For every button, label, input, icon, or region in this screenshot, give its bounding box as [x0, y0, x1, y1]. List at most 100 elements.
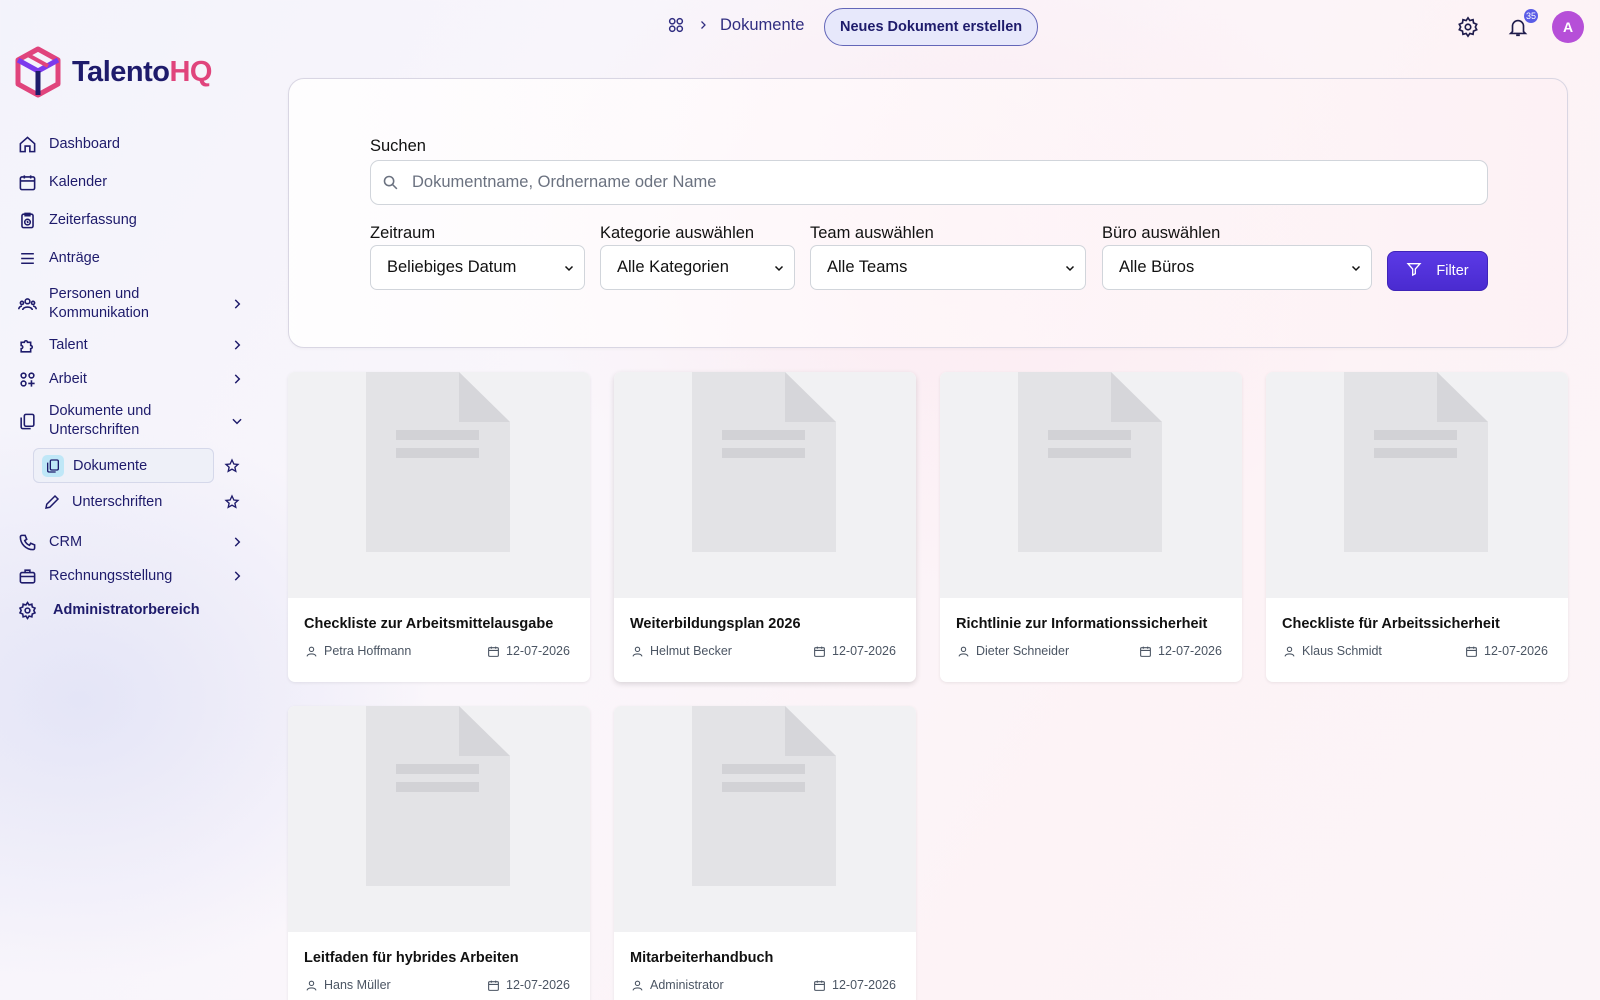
category-select[interactable]: Alle Kategorien: [600, 245, 795, 290]
chevron-right-icon: [228, 567, 246, 585]
sidebar-item-kalender[interactable]: Kalender: [16, 169, 246, 195]
sidebar-item-crm[interactable]: CRM: [16, 529, 246, 555]
sidebar-item-arbeit[interactable]: Arbeit: [16, 366, 246, 392]
chevron-down-icon: [1063, 261, 1077, 275]
clipboard-clock-icon: [16, 209, 38, 231]
notification-count-badge: 35: [1524, 9, 1539, 23]
filter-funnel-icon: [1406, 261, 1422, 281]
sidebar-subitem-dokumente[interactable]: Dokumente: [33, 448, 214, 483]
document-author: Helmut Becker: [630, 644, 732, 658]
sidebar-item-rechnungsstellung[interactable]: Rechnungsstellung: [16, 563, 246, 589]
chevron-right-icon: [228, 533, 246, 551]
document-card[interactable]: Richtlinie zur Informationssicherheit Di…: [940, 372, 1242, 682]
sidebar-item-dokumente-und-unterschriften[interactable]: Dokumente und Unterschriften: [16, 402, 246, 440]
document-date: 12-07-2026: [486, 644, 570, 658]
sidebar: TalentoHQ Dashboard Kalender Zeiterfassu…: [0, 0, 260, 1000]
user-icon: [630, 978, 644, 992]
document-date: 12-07-2026: [1464, 644, 1548, 658]
puzzle-icon: [16, 334, 38, 356]
document-title: Richtlinie zur Informationssicherheit: [956, 616, 1208, 632]
search-input[interactable]: [412, 173, 1487, 192]
user-icon: [1282, 644, 1296, 658]
chevron-right-icon: [228, 370, 246, 388]
document-title: Weiterbildungsplan 2026: [630, 616, 801, 632]
document-card[interactable]: Mitarbeiterhandbuch Administrator 12-07-…: [614, 706, 916, 1000]
filter-panel: Suchen Zeitraum Beliebiges Datum Kategor…: [288, 78, 1568, 348]
home-icon: [16, 133, 38, 155]
sidebar-item-administratorbereich[interactable]: Administratorbereich: [16, 597, 246, 623]
gear-icon: [16, 599, 38, 621]
user-icon: [630, 644, 644, 658]
user-icon: [956, 644, 970, 658]
documents-icon: [42, 454, 64, 477]
calendar-icon: [486, 644, 500, 658]
document-placeholder-icon: [366, 706, 510, 886]
period-select[interactable]: Beliebiges Datum: [370, 245, 585, 290]
list-icon: [16, 247, 38, 269]
calendar-icon: [1464, 644, 1478, 658]
user-icon: [304, 978, 318, 992]
apps-icon: [16, 368, 38, 390]
new-document-button[interactable]: Neues Dokument erstellen: [824, 8, 1039, 46]
sidebar-item-antraege[interactable]: Anträge: [16, 245, 246, 271]
sidebar-subitem-unterschriften[interactable]: Unterschriften: [33, 484, 214, 519]
chevron-down-icon: [562, 261, 576, 275]
document-date: 12-07-2026: [812, 644, 896, 658]
document-title: Mitarbeiterhandbuch: [630, 950, 774, 966]
document-title: Checkliste zur Arbeitsmittelausgabe: [304, 616, 554, 632]
office-select[interactable]: Alle Büros: [1102, 245, 1372, 290]
calendar-icon: [486, 978, 500, 992]
office-label: Büro auswählen: [1102, 224, 1221, 242]
breadcrumb: Dokumente: [666, 15, 804, 35]
document-placeholder-icon: [1018, 372, 1162, 552]
document-card[interactable]: Weiterbildungsplan 2026 Helmut Becker 12…: [614, 372, 916, 682]
calendar-icon: [1138, 644, 1152, 658]
document-date: 12-07-2026: [812, 978, 896, 992]
search-icon: [380, 173, 400, 193]
team-label: Team auswählen: [810, 224, 934, 242]
document-title: Checkliste für Arbeitssicherheit: [1282, 616, 1500, 632]
sidebar-item-talent[interactable]: Talent: [16, 332, 246, 358]
document-placeholder-icon: [692, 372, 836, 552]
chevron-down-icon: [228, 412, 246, 430]
document-thumbnail: [1266, 372, 1568, 598]
document-author: Hans Müller: [304, 978, 391, 992]
document-thumbnail: [288, 706, 590, 932]
user-icon: [304, 644, 318, 658]
period-label: Zeitraum: [370, 224, 436, 242]
team-select[interactable]: Alle Teams: [810, 245, 1086, 290]
document-author: Klaus Schmidt: [1282, 644, 1382, 658]
favorite-star-icon[interactable]: [222, 492, 242, 512]
user-avatar[interactable]: A: [1552, 11, 1584, 43]
document-title: Leitfaden für hybrides Arbeiten: [304, 950, 519, 966]
apps-grid-icon[interactable]: [666, 15, 686, 35]
document-author: Petra Hoffmann: [304, 644, 411, 658]
document-thumbnail: [940, 372, 1242, 598]
chevron-down-icon: [772, 261, 786, 275]
people-icon: [16, 293, 38, 315]
document-placeholder-icon: [692, 706, 836, 886]
sidebar-item-personen[interactable]: Personen und Kommunikation: [16, 285, 246, 323]
chevron-down-icon: [1349, 261, 1363, 275]
search-label: Suchen: [370, 137, 426, 155]
favorite-star-icon[interactable]: [222, 456, 242, 476]
document-thumbnail: [288, 372, 590, 598]
settings-gear-icon[interactable]: [1454, 13, 1482, 41]
sidebar-item-dashboard[interactable]: Dashboard: [16, 131, 246, 157]
chevron-right-icon: [696, 18, 710, 32]
document-card[interactable]: Checkliste zur Arbeitsmittelausgabe Petr…: [288, 372, 590, 682]
document-card[interactable]: Checkliste für Arbeitssicherheit Klaus S…: [1266, 372, 1568, 682]
document-placeholder-icon: [366, 372, 510, 552]
sidebar-item-zeiterfassung[interactable]: Zeiterfassung: [16, 207, 246, 233]
filter-button[interactable]: Filter: [1387, 251, 1488, 291]
search-field[interactable]: [370, 160, 1488, 205]
document-date: 12-07-2026: [1138, 644, 1222, 658]
brand-name: TalentoHQ: [72, 55, 212, 88]
top-bar: Dokumente Neues Dokument erstellen 35 A: [0, 0, 1600, 54]
document-card[interactable]: Leitfaden für hybrides Arbeiten Hans Mül…: [288, 706, 590, 1000]
pen-icon: [41, 491, 63, 513]
calendar-icon: [812, 978, 826, 992]
breadcrumb-current[interactable]: Dokumente: [720, 16, 804, 35]
document-thumbnail: [614, 706, 916, 932]
chevron-right-icon: [228, 295, 246, 313]
